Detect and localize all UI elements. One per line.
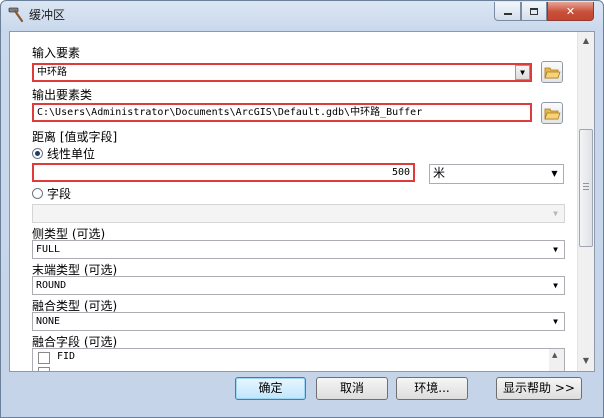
chevron-down-icon[interactable]: ▼	[548, 314, 563, 329]
cancel-button[interactable]: 取消	[316, 377, 388, 400]
distance-value-field[interactable]: 500	[32, 163, 415, 182]
linear-unit-radio[interactable]	[32, 148, 43, 159]
field-radio[interactable]	[32, 188, 43, 199]
minimize-button[interactable]	[494, 2, 521, 21]
chevron-down-icon[interactable]: ▼	[515, 65, 530, 80]
input-features-label: 输入要素	[32, 46, 81, 60]
distance-field-combo[interactable]: ▼	[32, 204, 565, 223]
chevron-down-icon[interactable]: ▼	[548, 242, 563, 257]
output-class-label: 输出要素类	[32, 88, 93, 102]
vertical-scrollbar[interactable]: ▲ ▼	[577, 32, 594, 371]
linear-unit-label: 线性单位	[47, 147, 96, 161]
show-help-button[interactable]: 显示帮助 >>	[496, 377, 582, 400]
maximize-icon	[530, 7, 538, 15]
end-type-combo[interactable]: ROUND ▼	[32, 276, 565, 295]
close-icon: ✕	[565, 4, 576, 18]
parameters-content: 输入要素 中环路 ▼ 输出要素类 C:\Users\Administrator\…	[10, 32, 577, 371]
distance-unit-value: 米	[433, 166, 446, 180]
hammer-icon	[8, 7, 24, 23]
open-folder-icon	[544, 108, 561, 120]
title-bar[interactable]: 缓冲区 ✕	[1, 1, 603, 27]
parameters-panel: 输入要素 中环路 ▼ 输出要素类 C:\Users\Administrator\…	[9, 31, 595, 372]
close-button[interactable]: ✕	[547, 2, 594, 21]
end-type-value: ROUND	[36, 280, 67, 291]
scroll-down-icon[interactable]: ▼	[580, 354, 592, 368]
scrollbar-thumb[interactable]	[579, 129, 593, 247]
ok-button[interactable]: 确定	[235, 377, 306, 400]
window-title: 缓冲区	[29, 8, 66, 22]
grip-line	[583, 183, 589, 184]
browse-output-button[interactable]	[541, 102, 563, 124]
list-scrollbar[interactable]: ▲	[549, 349, 564, 371]
output-class-value: C:\Users\Administrator\Documents\ArcGIS\…	[37, 107, 423, 118]
dissolve-type-value: NONE	[36, 316, 61, 327]
buffer-dialog: 缓冲区 ✕ 输入要素 中环路 ▼ 输出要素类 C:\Users\Administ…	[0, 0, 604, 418]
browse-input-button[interactable]	[541, 61, 563, 83]
scroll-up-icon[interactable]: ▲	[580, 34, 592, 48]
chevron-down-icon[interactable]: ▼	[548, 278, 563, 293]
distance-unit-combo[interactable]: 米 ▼	[429, 164, 564, 184]
fid-checkbox[interactable]	[38, 352, 50, 364]
grip-line	[583, 186, 589, 187]
distance-label: 距离 [值或字段]	[32, 130, 118, 144]
input-features-combo[interactable]: 中环路 ▼	[32, 63, 532, 82]
side-type-value: FULL	[36, 244, 61, 255]
scroll-up-icon[interactable]: ▲	[552, 351, 557, 359]
chevron-down-icon[interactable]: ▼	[547, 166, 562, 181]
grip-line	[583, 189, 589, 190]
field-radio-label: 字段	[47, 187, 72, 201]
maximize-button[interactable]	[521, 2, 547, 21]
side-type-combo[interactable]: FULL ▼	[32, 240, 565, 259]
dissolve-type-combo[interactable]: NONE ▼	[32, 312, 565, 331]
environments-button[interactable]: 环境...	[396, 377, 468, 400]
chevron-down-icon[interactable]: ▼	[548, 206, 563, 221]
output-class-field[interactable]: C:\Users\Administrator\Documents\ArcGIS\…	[32, 103, 532, 122]
input-features-value: 中环路	[37, 67, 67, 78]
list-item-checkbox[interactable]	[38, 367, 50, 371]
distance-value: 500	[391, 167, 410, 178]
minimize-icon	[503, 13, 512, 15]
fid-field-label: FID	[57, 351, 76, 362]
dissolve-fields-list: FID ▲	[32, 348, 565, 371]
open-folder-icon	[544, 67, 561, 79]
